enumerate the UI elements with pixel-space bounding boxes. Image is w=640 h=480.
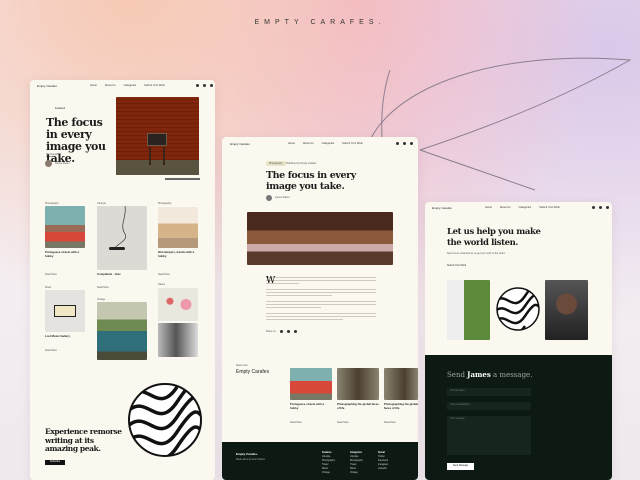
home-page-mockup: Empty Carafes Home About Us Categories S…	[30, 80, 215, 480]
message-textarea[interactable]: Your message	[447, 416, 531, 455]
footer-logo: Empty Carafes.	[236, 452, 258, 456]
card-title[interactable]: Complaints - Jazz	[97, 272, 147, 277]
nav-home[interactable]: Home	[288, 142, 295, 145]
share-label: Share on	[266, 330, 276, 333]
card-image[interactable]	[97, 205, 147, 270]
main-nav: Home About Us Categories Submit Your Wor…	[288, 142, 363, 145]
logo[interactable]: Empty Carafes	[37, 84, 57, 88]
hero-image[interactable]	[116, 97, 199, 175]
read-more-link[interactable]: Read More	[97, 286, 109, 289]
contact-title: Let us help you make the world listen.	[447, 227, 541, 248]
related-card-title[interactable]: Photographing the global faces of life	[384, 402, 418, 410]
related-card-image[interactable]	[290, 368, 332, 400]
related-title: Empty Carafes	[236, 369, 270, 375]
tv-icon	[147, 133, 167, 146]
read-more-link[interactable]: Read More	[158, 273, 170, 276]
footer-credit: Made with ♥ by Anni Studios	[236, 459, 265, 461]
nav-submit[interactable]: Submit Your Work	[144, 84, 165, 87]
portrait-image	[545, 280, 588, 340]
nav-categories[interactable]: Categories	[124, 84, 137, 87]
header-icons[interactable]	[592, 206, 609, 209]
read-more-link[interactable]: Read More	[45, 349, 57, 352]
brand-title: EMPTY CARAFES.	[254, 19, 386, 26]
card-category: Nature	[158, 283, 166, 286]
cactus-image	[447, 280, 490, 340]
main-nav: Home About Us Categories Submit Your Wor…	[485, 206, 560, 209]
header-icons[interactable]	[196, 84, 213, 87]
read-more-link[interactable]: Read More	[337, 421, 349, 424]
article-title: The focus in every image you take.	[266, 170, 356, 192]
read-more-link[interactable]: Read More	[384, 421, 396, 424]
related-card-image[interactable]	[384, 368, 418, 400]
pagination[interactable]	[165, 178, 200, 180]
card-category: Photography	[158, 202, 172, 205]
hero-kicker: Featured	[55, 107, 66, 110]
author-avatar	[266, 195, 272, 201]
submit-work-link[interactable]: Submit Your Work	[447, 264, 466, 267]
card-category: Photography	[45, 202, 59, 205]
header-icons[interactable]	[396, 142, 413, 145]
footer-col-social: Social Twitter Facebook Instagram LinkedIn	[378, 452, 389, 470]
share-icons[interactable]	[280, 330, 297, 333]
related-kicker: Read more	[236, 364, 248, 367]
read-more-link[interactable]: Read More	[45, 273, 57, 276]
article-image	[247, 212, 393, 265]
main-nav: Home About Us Categories Submit Your Wor…	[90, 84, 165, 87]
article-body: W	[266, 277, 376, 322]
nav-about[interactable]: About Us	[500, 206, 511, 209]
contact-subtitle: Send us an email and let us get your wor…	[447, 252, 506, 255]
card-title[interactable]: Lost Music Gallery	[45, 334, 85, 339]
form-title: Send James a message.	[447, 370, 533, 379]
hero-meta: Photography	[46, 153, 60, 156]
card-category: Music	[45, 286, 52, 289]
card-image[interactable]	[97, 302, 147, 360]
nav-submit[interactable]: Submit Your Work	[539, 206, 560, 209]
logo[interactable]: Empty Carafes	[230, 142, 250, 146]
cta-title: Experience remorse writing at its amazin…	[45, 427, 122, 453]
related-card-title[interactable]: Photographing the global faces of life	[337, 402, 379, 410]
hero-title[interactable]: The focus in every image you take.	[46, 117, 106, 165]
card-title[interactable]: Portuguese streets with a hobby	[45, 250, 85, 258]
name-input[interactable]: Your full name	[447, 388, 531, 396]
author-name[interactable]: James Parker	[55, 162, 70, 165]
wave-circle-art-icon	[128, 383, 202, 457]
nav-home[interactable]: Home	[90, 84, 97, 87]
nav-categories[interactable]: Categories	[519, 206, 532, 209]
related-card-title[interactable]: Portuguese streets with a hobby	[290, 402, 332, 410]
footer-col-features: Features Lifestyle Photography Travel Music…	[322, 452, 336, 474]
cassette-icon	[54, 305, 76, 317]
wave-circle-art-icon	[496, 287, 540, 331]
site-footer: Empty Carafes. Made with ♥ by Anni Studi…	[222, 442, 418, 480]
card-title[interactable]: Old campers, travels with a hobby	[158, 250, 198, 258]
related-card-image[interactable]	[337, 368, 379, 400]
card-image[interactable]	[45, 206, 85, 248]
telephone-icon	[109, 205, 127, 250]
nav-about[interactable]: About Us	[105, 84, 116, 87]
dropcap: W	[266, 276, 276, 286]
article-tag[interactable]: Photography	[266, 161, 286, 166]
read-more-link[interactable]: Read More	[290, 421, 302, 424]
nav-submit[interactable]: Submit Your Work	[342, 142, 363, 145]
article-date: Published by Empty Carafes	[286, 162, 317, 165]
card-category: Lifestyle	[97, 202, 106, 205]
card-category: Vintage	[97, 298, 106, 301]
card-image[interactable]	[158, 288, 198, 321]
email-input[interactable]: Your email address	[447, 402, 531, 410]
article-page-mockup: Empty Carafes Home About Us Categories S…	[222, 137, 418, 480]
nav-about[interactable]: About Us	[303, 142, 314, 145]
card-image[interactable]	[158, 323, 198, 357]
card-image[interactable]	[45, 290, 85, 332]
footer-col-categories: Categories Lifestyle Photography Travel Mus…	[350, 452, 364, 474]
contact-page-mockup: Empty Carafes Home About Us Categories S…	[425, 202, 612, 480]
send-message-button[interactable]: Send Message	[447, 463, 474, 470]
nav-home[interactable]: Home	[485, 206, 492, 209]
author-name[interactable]: James Parker	[275, 196, 290, 199]
logo[interactable]: Empty Carafes	[432, 206, 452, 210]
nav-categories[interactable]: Categories	[322, 142, 335, 145]
contact-form-section: Send James a message. Your full name You…	[425, 355, 612, 480]
author-avatar	[45, 160, 52, 167]
subscribe-button[interactable]: Subscribe	[45, 460, 65, 465]
card-image[interactable]	[158, 207, 198, 248]
